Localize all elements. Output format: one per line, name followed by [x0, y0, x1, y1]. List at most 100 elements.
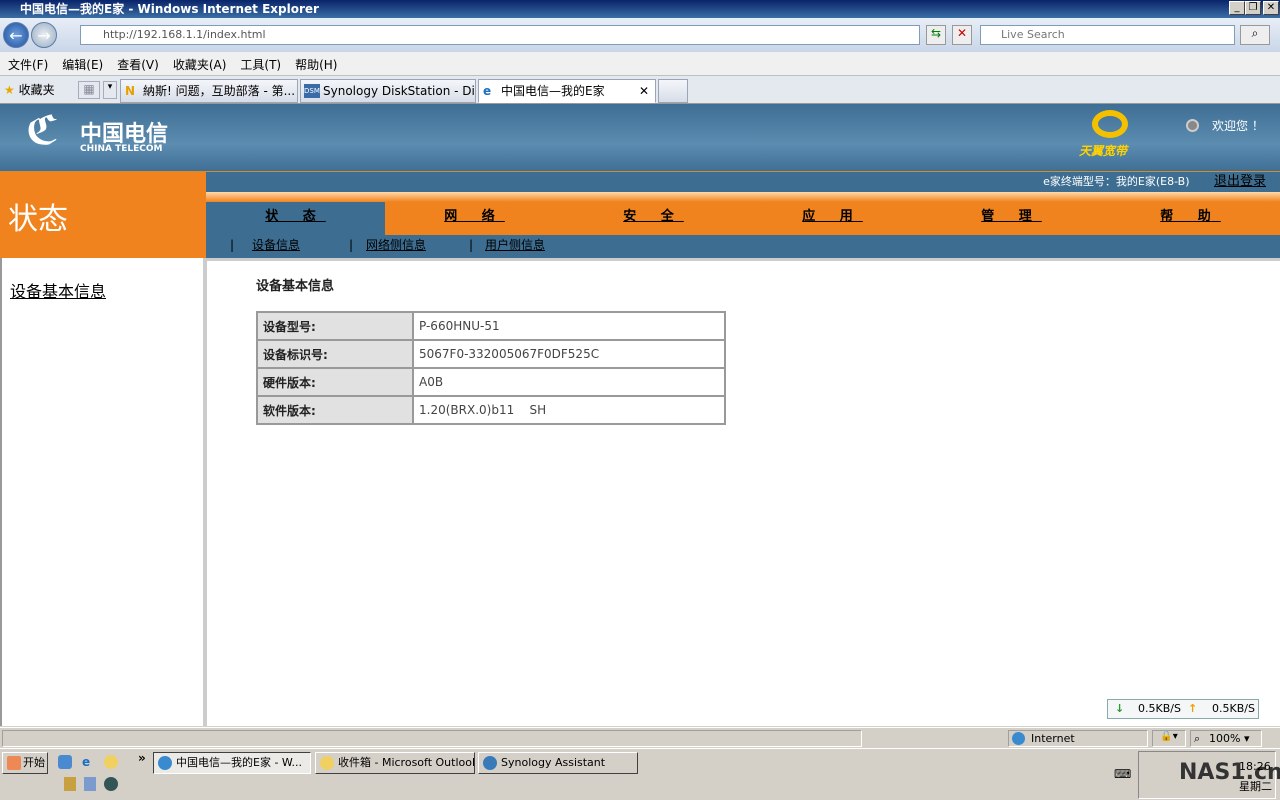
menu-view[interactable]: 查看(V) — [109, 52, 165, 73]
search-icon[interactable]: ⌕ — [1240, 25, 1270, 45]
value-hardware: A0B — [412, 367, 726, 397]
maximize-button[interactable]: ❐ — [1245, 1, 1261, 15]
favorites-button[interactable]: ★ 收藏夹 — [4, 81, 55, 98]
brand-logo-icon — [1092, 110, 1128, 138]
more-icon[interactable]: » — [138, 751, 146, 765]
welcome-text: 欢迎您 ！ — [1212, 119, 1264, 133]
terminal-model: e家终端型号：我的E家(E8-B) — [1043, 175, 1190, 188]
telecom-logo-icon: ℭ — [26, 108, 59, 154]
taskbar-item-synology[interactable]: Synology Assistant — [478, 752, 638, 774]
upload-arrow-icon: ↑ — [1188, 702, 1198, 715]
tab-bar: ★ 收藏夹 ▦ ▾ N 納斯! 问题，互助部落 - 第... DSM Synolog… — [0, 76, 1280, 104]
zoom-level: 100% — [1209, 732, 1241, 745]
window-title: 中国电信—我的E家 - Windows Internet Explorer — [20, 2, 319, 16]
tab-label: 納斯! 问题，互助部落 - 第... — [143, 84, 296, 98]
new-tab-button[interactable] — [658, 79, 688, 103]
device-info-table: 设备型号: P-660HNU-51 设备标识号: 5067F0-332005067F… — [256, 311, 726, 425]
section-title: 状态 — [0, 172, 206, 258]
taskbar: 开始 e » 中国电信—我的E家 - W... 收件箱 - Microsoft … — [0, 748, 1280, 800]
logout-link[interactable]: 退出登录 — [1214, 174, 1266, 189]
logo-en: CHINA TELECOM — [80, 144, 163, 154]
ie-quicklaunch-icon[interactable]: e — [82, 755, 90, 769]
nav-management[interactable]: 管 理 — [922, 202, 1101, 235]
forward-button[interactable]: → — [31, 22, 57, 48]
dsm-icon: DSM — [304, 84, 320, 98]
outlook-quicklaunch-icon[interactable] — [104, 755, 118, 769]
download-speed: 0.5KB/S — [1138, 702, 1181, 715]
quicklaunch-icon[interactable] — [64, 777, 76, 791]
menu-help[interactable]: 帮助(H) — [287, 52, 343, 73]
value-software: 1.20(BRX.0)b11 SH — [412, 395, 726, 425]
info-strip: e家终端型号：我的E家(E8-B) 退出登录 — [206, 172, 1280, 192]
globe-icon — [1012, 732, 1025, 745]
tab-nas[interactable]: N 納斯! 问题，互助部落 - 第... — [120, 79, 298, 103]
system-tray: NAS1.cn 18:26 星期二 — [1138, 751, 1280, 799]
taskbar-label: Synology Assistant — [501, 756, 606, 769]
subnav-device-info[interactable]: 设备信息 — [252, 235, 300, 256]
menu-tools[interactable]: 工具(T) — [232, 52, 287, 73]
zoom-control[interactable]: ⌕ 100% ▾ — [1190, 730, 1262, 747]
table-row: 硬件版本: A0B — [256, 367, 726, 397]
tab-synology[interactable]: DSMSynology DiskStation - DiskS... — [300, 79, 476, 103]
taskbar-label: 中国电信—我的E家 - W... — [176, 756, 303, 769]
refresh-icon[interactable]: ⇆ — [926, 25, 946, 45]
search-input[interactable]: Live Search — [980, 25, 1235, 45]
tab-china-telecom[interactable]: e 中国电信—我的E家 ✕ — [478, 79, 656, 103]
taskbar-item-outlook[interactable]: 收件箱 - Microsoft Outlook — [315, 752, 475, 774]
upload-speed: 0.5KB/S — [1212, 702, 1255, 715]
nav-application[interactable]: 应 用 — [743, 202, 922, 235]
address-input[interactable]: http://192.168.1.1/index.html — [80, 25, 920, 45]
ie-icon: e — [483, 84, 492, 98]
zone-label: Internet — [1031, 732, 1075, 745]
globe-icon — [1186, 119, 1199, 132]
table-row: 设备标识号: 5067F0-332005067F0DF525C — [256, 339, 726, 369]
menu-file[interactable]: 文件(F) — [0, 52, 54, 73]
speed-widget: ↓ 0.5KB/S ↑ 0.5KB/S — [1107, 699, 1259, 719]
main-nav: 状 态 网 络 安 全 应 用 管 理 帮 助 — [206, 202, 1280, 235]
favorites-label: 收藏夹 — [18, 83, 55, 97]
nav-status[interactable]: 状 态 — [206, 202, 385, 235]
divider — [206, 192, 1280, 202]
taskbar-label: 收件箱 - Microsoft Outlook — [338, 756, 475, 769]
star-icon: ★ — [4, 83, 15, 97]
close-tab-icon[interactable]: ✕ — [639, 80, 649, 102]
keyboard-icon[interactable]: ⌨ — [1114, 767, 1131, 781]
outlook-icon — [320, 756, 334, 770]
status-bar: Internet 🔒▾ ⌕ 100% ▾ — [0, 727, 1280, 748]
tab-label: 中国电信—我的E家 — [501, 84, 605, 98]
quick-tabs-icon[interactable]: ▦ — [78, 81, 100, 99]
subnav-wan-info[interactable]: 网络侧信息 — [366, 235, 426, 256]
value-model: P-660HNU-51 — [412, 311, 726, 341]
sidebar-link-device-basic-info[interactable]: 设备基本信息 — [10, 278, 106, 302]
tab-list-dropdown[interactable]: ▾ — [103, 81, 117, 99]
page-heading: 设备基本信息 — [256, 279, 335, 294]
nav-help[interactable]: 帮 助 — [1101, 202, 1280, 235]
separator: | — [469, 238, 474, 252]
protected-mode-icon[interactable]: 🔒▾ — [1152, 730, 1186, 747]
start-button[interactable]: 开始 — [2, 752, 48, 774]
taskbar-item-ie[interactable]: 中国电信—我的E家 - W... — [153, 752, 311, 774]
router-header: ℭ 中国电信 CHINA TELECOM 天翼宽带 欢迎您 ！ — [0, 104, 1280, 172]
windows-icon — [7, 756, 21, 770]
menu-edit[interactable]: 编辑(E) — [54, 52, 109, 73]
status-text — [2, 730, 862, 747]
clock-time: 18:26 — [1239, 760, 1271, 773]
quicklaunch-icon[interactable] — [84, 777, 96, 791]
media-player-icon[interactable] — [104, 777, 118, 791]
close-window-button[interactable]: ✕ — [1263, 1, 1279, 15]
download-arrow-icon: ↓ — [1115, 702, 1125, 715]
zone-indicator[interactable]: Internet — [1008, 730, 1148, 747]
brand-text: 天翼宽带 — [1079, 144, 1128, 158]
sub-nav: | 设备信息 | 网络侧信息 | 用户侧信息 — [206, 235, 1280, 258]
label-hardware: 硬件版本: — [256, 367, 414, 397]
label-software: 软件版本: — [256, 395, 414, 425]
nav-network[interactable]: 网 络 — [385, 202, 564, 235]
nav-security[interactable]: 安 全 — [564, 202, 743, 235]
stop-icon[interactable]: ✕ — [952, 25, 972, 45]
synology-icon — [483, 756, 497, 770]
quicklaunch-icon[interactable] — [58, 755, 72, 769]
subnav-lan-info[interactable]: 用户侧信息 — [485, 235, 545, 256]
back-button[interactable]: ← — [3, 22, 29, 48]
menu-favorites[interactable]: 收藏夹(A) — [165, 52, 233, 73]
minimize-button[interactable]: _ — [1229, 1, 1245, 15]
